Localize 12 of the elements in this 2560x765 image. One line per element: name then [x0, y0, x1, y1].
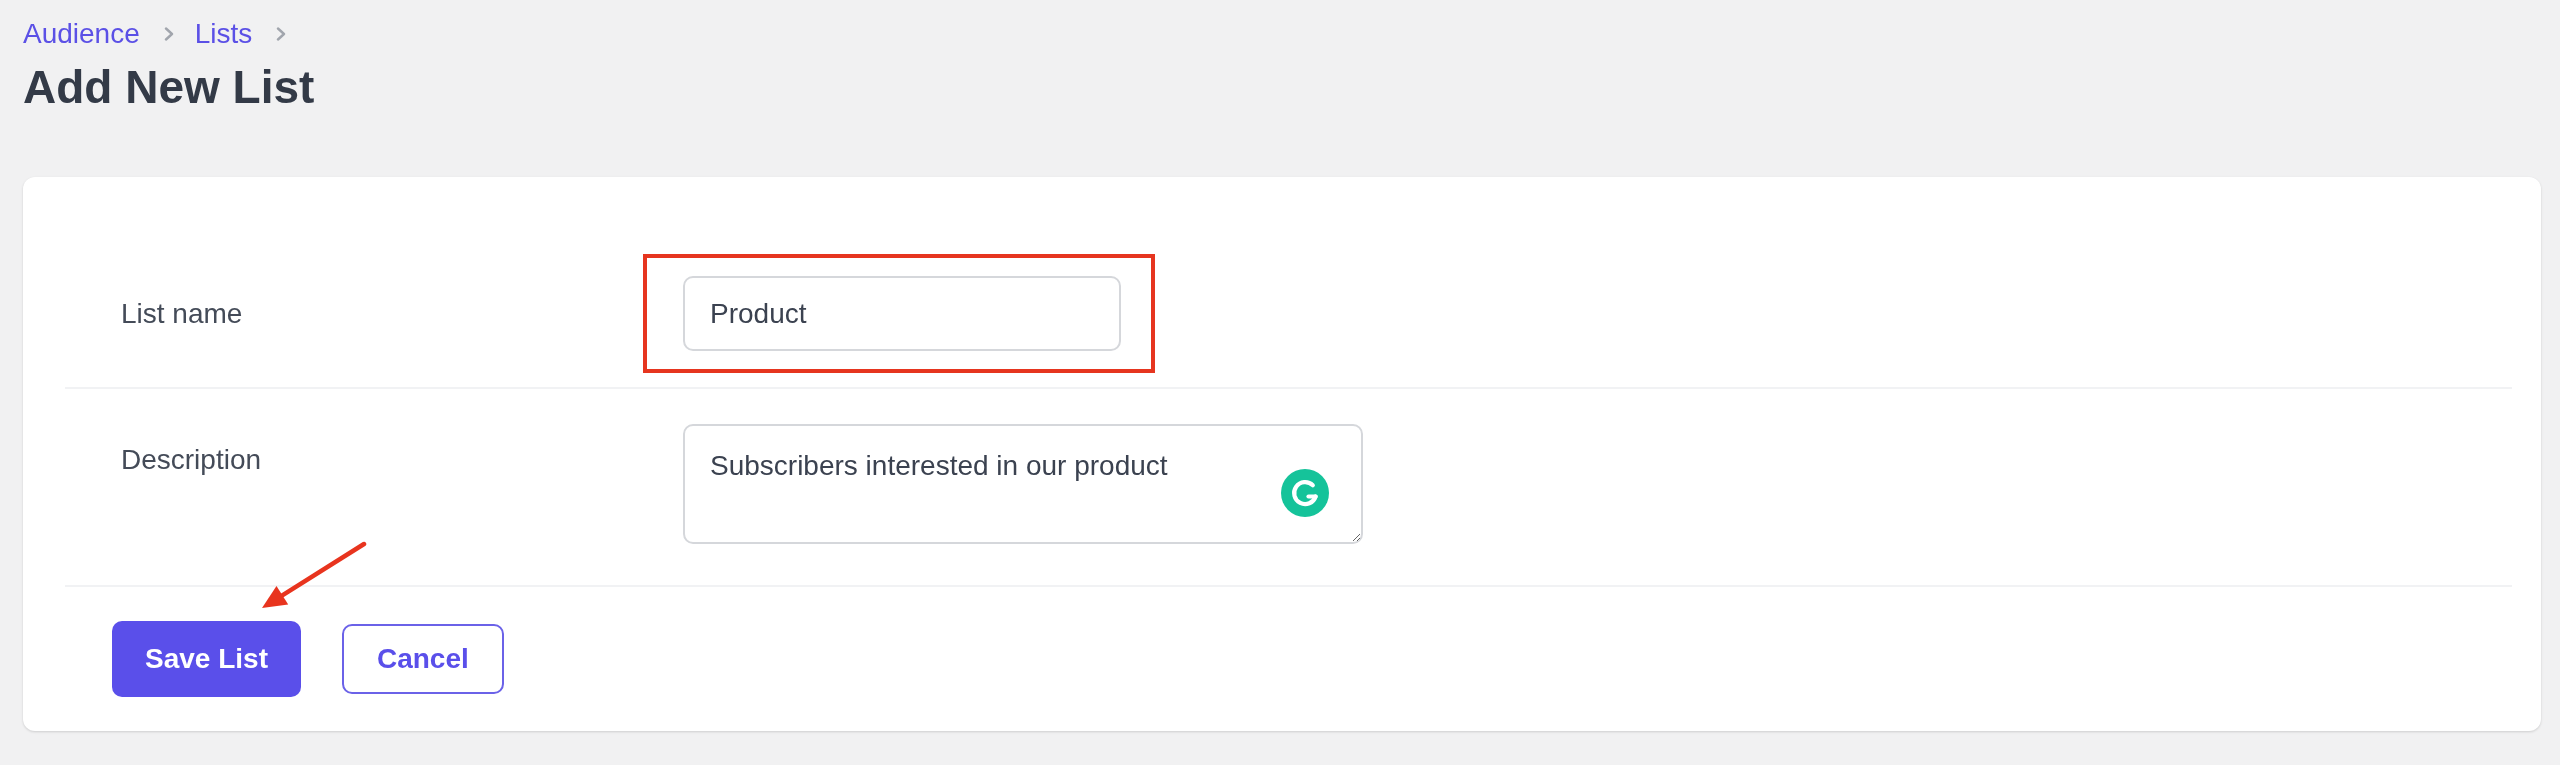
textarea-field[interactable]: Subscribers interested in our product	[683, 424, 1363, 544]
g-badge-icon[interactable]	[1281, 469, 1329, 517]
breadcrumb-link[interactable]: Audience	[23, 16, 140, 52]
text-field[interactable]: Product	[683, 276, 1121, 351]
chevron-right-icon	[276, 27, 287, 41]
secondary-button[interactable]: Cancel	[341, 624, 504, 694]
field-label: Description	[121, 443, 262, 477]
breadcrumb-link[interactable]: Lists	[194, 16, 253, 52]
field-label: List name	[121, 296, 243, 331]
primary-button[interactable]: Save List	[112, 621, 301, 697]
page-title: Add New List	[23, 60, 315, 115]
chevron-right-icon	[163, 27, 174, 41]
